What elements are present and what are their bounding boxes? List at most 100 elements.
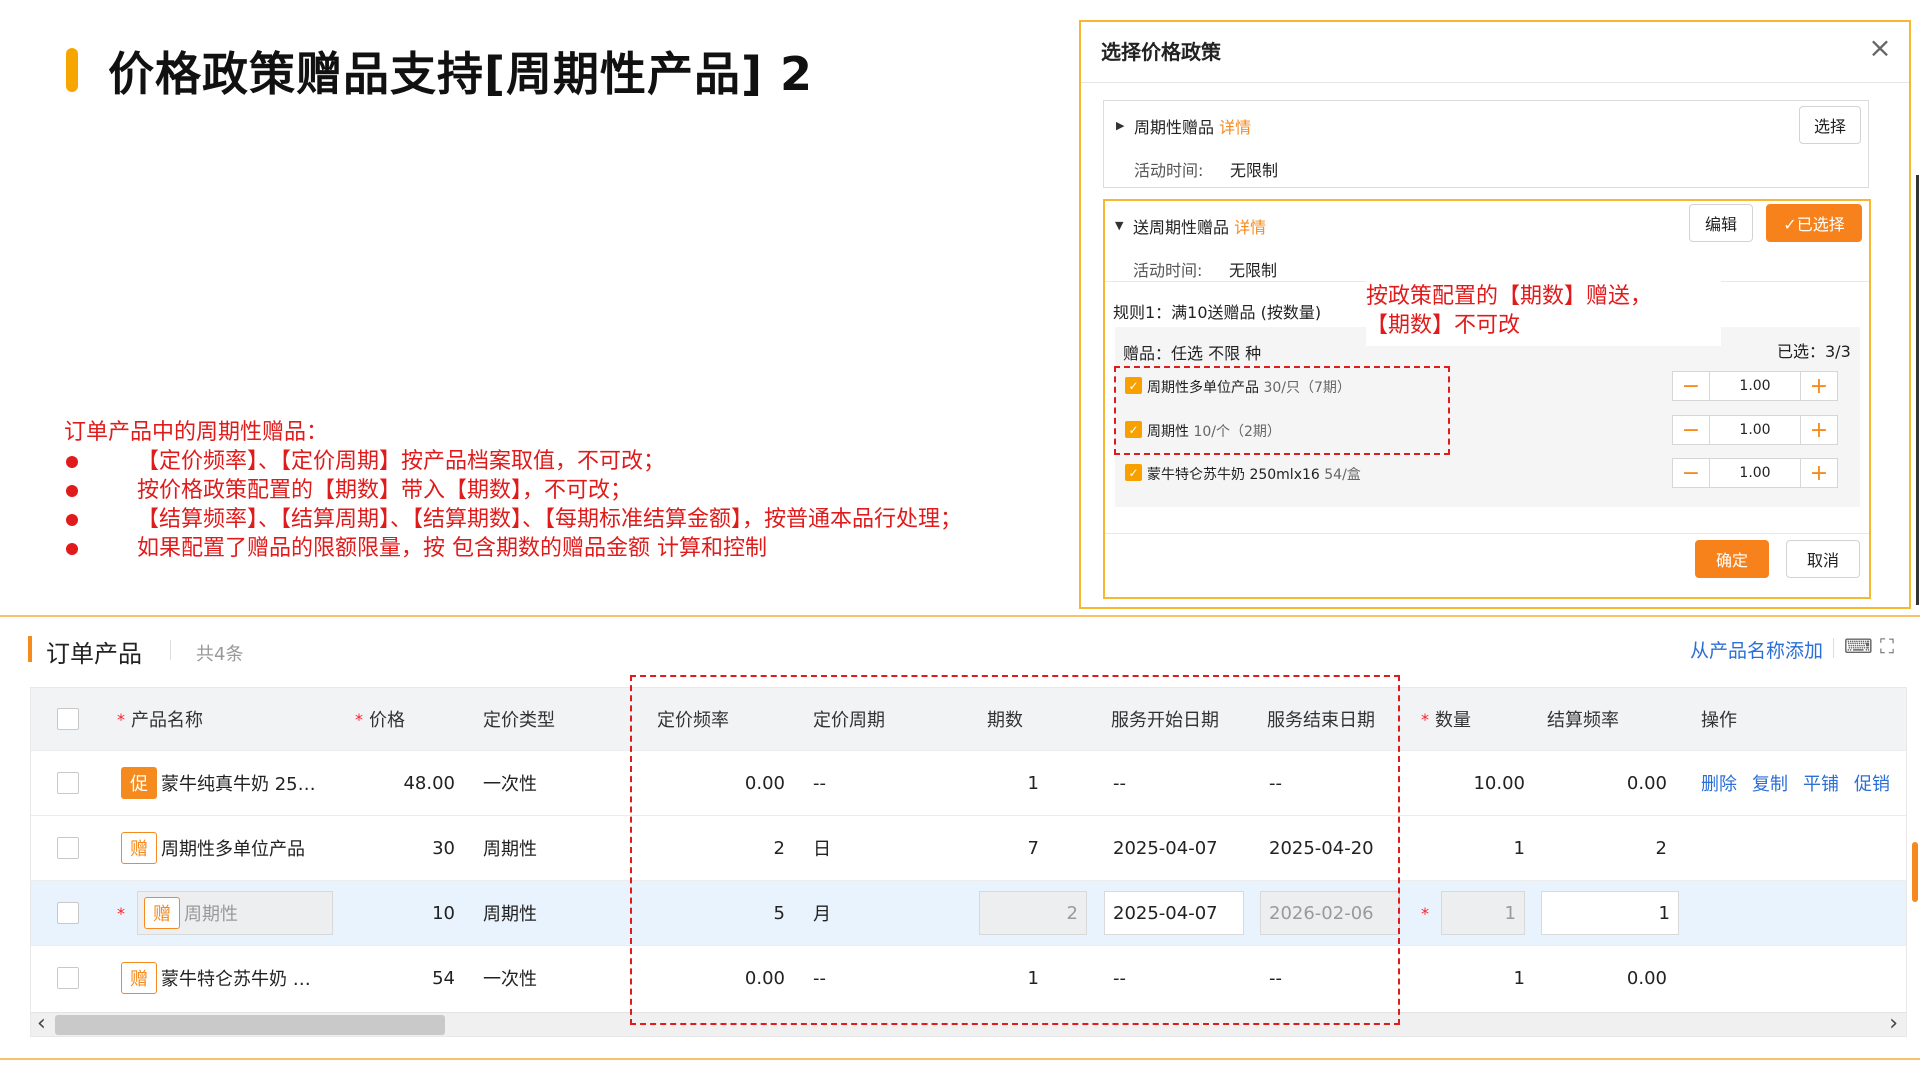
column-header: 定价类型: [483, 710, 555, 731]
gift-tag: 赠: [121, 832, 157, 864]
title-separator: [170, 640, 171, 660]
gift-row: ✓ 蒙牛特仑苏牛奶 250mlx16 54/盒 − 1.00 +: [1123, 458, 1843, 490]
price-type-cell: 周期性: [483, 904, 537, 925]
page-title: 价格政策赠品支持[周期性产品] 2: [108, 47, 814, 101]
tile-link[interactable]: 平铺: [1803, 770, 1839, 796]
notes-block: 订单产品中的周期性赠品： 【定价频率】、【定价周期】按产品档案取值，不可改； 按…: [64, 418, 1014, 563]
price-cell: 10: [432, 902, 455, 924]
quantity-cell: 1: [1513, 967, 1525, 989]
select-button[interactable]: 选择: [1799, 106, 1861, 144]
note-item: 【结算频率】、【结算周期】、【结算期数】、【每期标准结算金额】，按普通本品行处理…: [64, 505, 1014, 534]
fullscreen-icon[interactable]: ⛶: [1880, 634, 1894, 658]
activity-time-value: 无限制: [1230, 161, 1279, 180]
price-cell: 48.00: [403, 772, 455, 794]
quantity-value[interactable]: 1.00: [1709, 416, 1801, 444]
activity-time-value: 无限制: [1229, 261, 1278, 280]
settle-frequency-input[interactable]: 1: [1541, 891, 1679, 935]
selected-count: 已选：3/3: [1777, 342, 1851, 361]
minus-icon[interactable]: −: [1673, 372, 1709, 400]
bullet-icon: [66, 485, 78, 497]
row-checkbox[interactable]: [57, 902, 79, 924]
quantity-input[interactable]: 1: [1441, 891, 1525, 935]
settle-frequency-cell: 0.00: [1626, 967, 1667, 989]
price-type-cell: 一次性: [483, 774, 537, 795]
quantity-stepper[interactable]: − 1.00 +: [1672, 371, 1838, 401]
checkbox-checked-icon[interactable]: ✓: [1125, 464, 1142, 481]
promotion-link[interactable]: 促销: [1854, 770, 1890, 796]
column-header: 操作: [1701, 710, 1737, 731]
gift-tag: 赠: [144, 897, 180, 929]
title-accent-bar: [66, 48, 78, 92]
selected-button[interactable]: ✓已选择: [1766, 204, 1862, 242]
quantity-value[interactable]: 1.00: [1709, 459, 1801, 487]
select-all-checkbox[interactable]: [57, 708, 79, 730]
quantity-cell: 10.00: [1473, 772, 1525, 794]
price-type-cell: 周期性: [483, 839, 537, 860]
policy-card-periodic-gift[interactable]: ▶ 周期性赠品 详情 活动时间: 无限制 选择: [1103, 100, 1869, 188]
bullet-icon: [66, 456, 78, 468]
bottom-divider: [0, 1058, 1920, 1060]
quantity-cell: 1: [1513, 837, 1525, 859]
row-checkbox[interactable]: [57, 837, 79, 859]
quantity-stepper[interactable]: − 1.00 +: [1672, 458, 1838, 488]
caret-down-icon[interactable]: ▼: [1115, 219, 1123, 232]
delete-link[interactable]: 删除: [1701, 770, 1737, 796]
column-header: * 价格: [355, 709, 405, 732]
policy-name: 送周期性赠品 详情: [1133, 218, 1267, 237]
plus-icon[interactable]: +: [1801, 459, 1837, 487]
note-item: 如果配置了赠品的限额限量，按 包含期数的赠品金额 计算和控制: [64, 534, 1014, 563]
note-item: 【定价频率】、【定价周期】按产品档案取值，不可改；: [64, 447, 1014, 476]
page-scroll-thumb[interactable]: [1912, 842, 1918, 902]
plus-icon[interactable]: +: [1801, 416, 1837, 444]
detail-link[interactable]: 详情: [1234, 218, 1266, 237]
caret-right-icon[interactable]: ▶: [1116, 119, 1124, 132]
toolbar-separator: [1833, 638, 1834, 658]
gift-choice-rule: 赠品：任选 不限 种: [1123, 344, 1262, 363]
scroll-thumb[interactable]: [55, 1015, 445, 1035]
note-item: 按价格政策配置的【期数】带入【期数】，不可改；: [64, 476, 1014, 505]
scroll-left-icon[interactable]: ‹: [37, 1013, 46, 1035]
periodic-gift-highlight: [1114, 366, 1450, 455]
scroll-right-icon[interactable]: ›: [1889, 1013, 1898, 1035]
gift-name: 蒙牛特仑苏牛奶 250mlx16 54/盒: [1147, 467, 1361, 483]
price-policy-dialog: 选择价格政策 × ▶ 周期性赠品 详情 活动时间: 无限制 选择 ▼ 送周期性赠…: [1079, 20, 1911, 609]
dialog-divider: [1081, 82, 1909, 83]
section-divider: [0, 615, 1920, 617]
page-scroll-track: [1916, 175, 1919, 605]
cancel-button[interactable]: 取消: [1786, 540, 1860, 578]
price-cell: 30: [432, 837, 455, 859]
activity-time-label: 活动时间:: [1134, 161, 1204, 180]
product-name-cell: 促蒙牛纯真牛奶 25…: [121, 751, 316, 815]
card-divider: [1105, 533, 1869, 534]
quantity-value[interactable]: 1.00: [1709, 372, 1801, 400]
price-cell: 54: [432, 967, 455, 989]
bullet-icon: [66, 514, 78, 526]
detail-link[interactable]: 详情: [1219, 118, 1251, 137]
quantity-stepper[interactable]: − 1.00 +: [1672, 415, 1838, 445]
column-header: * 数量: [1421, 709, 1471, 732]
product-name-cell: 赠周期性多单位产品: [121, 816, 305, 880]
edit-button[interactable]: 编辑: [1689, 204, 1753, 242]
dialog-title: 选择价格政策: [1101, 40, 1221, 64]
copy-link[interactable]: 复制: [1752, 770, 1788, 796]
operations-cell: 删除 复制 平铺 促销: [1701, 751, 1905, 815]
confirm-button[interactable]: 确定: [1695, 540, 1769, 578]
settle-frequency-cell: 0.00: [1626, 772, 1667, 794]
section-accent-bar: [28, 636, 32, 662]
bullet-icon: [66, 543, 78, 555]
add-from-product-name-link[interactable]: 从产品名称添加: [1690, 636, 1823, 663]
row-checkbox[interactable]: [57, 967, 79, 989]
period-columns-highlight: [630, 675, 1400, 1025]
section-title: 订单产品: [46, 640, 142, 668]
policy-name: 周期性赠品 详情: [1134, 118, 1252, 137]
settle-frequency-cell: 2: [1655, 837, 1667, 859]
product-name-input[interactable]: 赠周期性: [137, 891, 333, 935]
notes-list: 【定价频率】、【定价周期】按产品档案取值，不可改； 按价格政策配置的【期数】带入…: [64, 447, 1014, 563]
minus-icon[interactable]: −: [1673, 459, 1709, 487]
row-checkbox[interactable]: [57, 772, 79, 794]
column-header: * 产品名称: [117, 709, 203, 732]
plus-icon[interactable]: +: [1801, 372, 1837, 400]
keyboard-icon[interactable]: ⌨: [1844, 634, 1873, 658]
close-icon[interactable]: ×: [1867, 34, 1893, 62]
minus-icon[interactable]: −: [1673, 416, 1709, 444]
